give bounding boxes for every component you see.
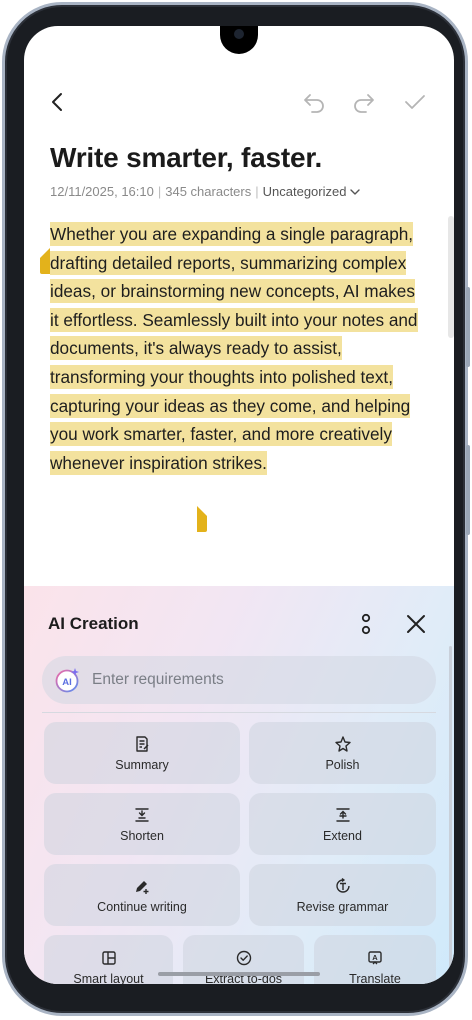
pen-plus-icon (136, 880, 149, 894)
shorten-label: Shorten (120, 828, 164, 843)
summary-icon (136, 735, 149, 752)
ai-creation-panel: AI Creation AI Summa (24, 586, 454, 984)
more-options-icon[interactable] (352, 610, 380, 638)
check-icon (405, 95, 425, 109)
extend-label: Extend (323, 828, 362, 843)
shorten-button[interactable]: Shorten (44, 793, 240, 855)
extract-todos-button[interactable]: Extract to-dos (183, 935, 304, 984)
done-button[interactable] (399, 86, 431, 118)
category-label: Uncategorized (262, 184, 347, 199)
revise-grammar-button[interactable]: Revise grammar (249, 864, 436, 926)
revise-grammar-label: Revise grammar (296, 899, 389, 914)
extend-button[interactable]: Extend (249, 793, 436, 855)
note-title[interactable]: Write smarter, faster. (50, 142, 322, 174)
polish-button[interactable]: Polish (249, 722, 436, 784)
chevron-down-icon (350, 188, 361, 195)
back-button[interactable] (42, 86, 74, 118)
home-indicator[interactable] (158, 972, 320, 976)
close-icon[interactable] (402, 610, 430, 638)
polish-label: Polish (325, 757, 360, 772)
redo-icon (354, 94, 374, 113)
back-arrow-icon (52, 93, 62, 111)
extend-icon (335, 807, 350, 822)
shorten-icon (135, 807, 149, 822)
layout-icon (101, 951, 116, 965)
category-dropdown[interactable]: Uncategorized (263, 184, 362, 199)
requirements-field[interactable]: AI (42, 656, 436, 704)
volume-button (466, 287, 470, 367)
power-button (466, 445, 470, 535)
svg-text:AI: AI (62, 677, 72, 688)
note-scrollbar[interactable] (448, 216, 454, 338)
summary-button[interactable]: Summary (44, 722, 240, 784)
note-body[interactable]: Whether you are expanding a single parag… (50, 220, 428, 477)
selection-start-handle[interactable] (40, 248, 50, 274)
camera-notch (220, 26, 258, 54)
selection-end-handle[interactable] (197, 506, 207, 532)
phone-frame: Write smarter, faster. 12/11/2025, 16:10… (2, 2, 470, 1016)
star-sparkle-icon (334, 735, 351, 752)
panel-scrollbar[interactable] (449, 646, 452, 976)
translate-icon: A (368, 951, 382, 965)
note-timestamp: 12/11/2025, 16:10 (50, 184, 154, 199)
meta-separator: | (255, 184, 259, 199)
note-toolbar (24, 86, 454, 126)
ai-sparkle-icon: AI (55, 668, 79, 693)
summary-label: Summary (115, 757, 169, 772)
requirements-input[interactable] (92, 671, 392, 689)
undo-icon (304, 94, 324, 113)
panel-divider (42, 712, 436, 713)
redo-button[interactable] (348, 86, 380, 118)
note-meta: 12/11/2025, 16:10 | 345 characters | Unc… (50, 184, 361, 199)
note-char-count: 345 characters (165, 184, 252, 199)
smart-layout-button[interactable]: Smart layout (44, 935, 173, 984)
svg-text:A: A (372, 953, 378, 962)
screen: Write smarter, faster. 12/11/2025, 16:10… (24, 26, 454, 984)
undo-button[interactable] (298, 86, 330, 118)
smart-layout-label: Smart layout (73, 972, 144, 984)
selected-text[interactable]: Whether you are expanding a single parag… (50, 222, 418, 475)
check-circle-icon (236, 950, 251, 966)
translate-button[interactable]: A Translate (314, 935, 436, 984)
grammar-icon (335, 877, 350, 893)
ai-panel-title: AI Creation (48, 614, 139, 633)
continue-writing-label: Continue writing (97, 899, 187, 914)
translate-label: Translate (349, 972, 401, 984)
meta-separator: | (157, 184, 162, 199)
continue-writing-button[interactable]: Continue writing (44, 864, 240, 926)
